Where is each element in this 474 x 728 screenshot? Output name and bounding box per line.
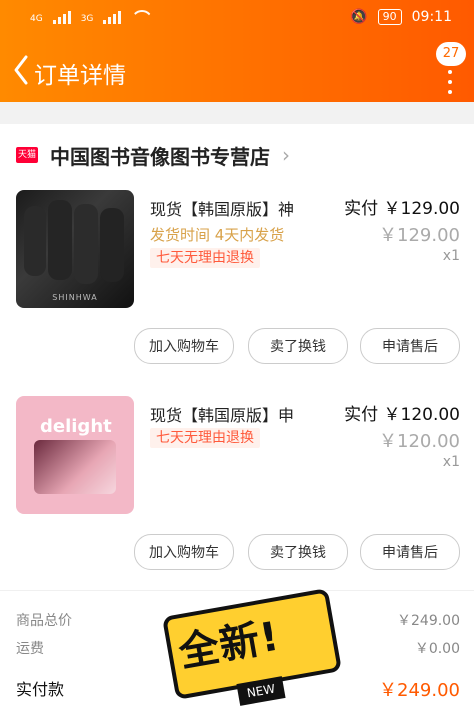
product-thumbnail-2[interactable]: delight [16,396,134,514]
paid-total-value: ￥249.00 [379,680,460,701]
cover-portrait [34,440,116,494]
order-item-1: SHINHWA 现货【韩国原版】神 发货时间 4天内发货 七天无理由退换 实付 … [0,190,474,364]
shipping-value: ￥0.00 [414,641,460,657]
order-item-2: delight 现货【韩国原版】申 七天无理由退换 实付 ￥120.00 ￥12… [0,396,474,570]
more-icon[interactable] [446,68,454,96]
shop-name: 中国图书音像图书专营店 [50,144,270,169]
status-time: 09:11 [411,9,452,25]
product-thumbnail-1[interactable]: SHINHWA [16,190,134,308]
paid-total-label: 实付款 [16,680,65,699]
return-tag: 七天无理由退换 [150,428,260,448]
goods-total-value: ￥249.00 [397,613,460,629]
cover-label: SHINHWA [52,293,98,302]
wifi-icon [131,10,149,24]
item-quantity: x1 [442,248,460,264]
goods-total-label: 商品总价 [16,613,72,629]
signal-icon [52,11,71,24]
paid-label: 实付 [344,199,379,219]
original-price: ￥120.00 [379,431,460,452]
signal-icon-2 [103,11,122,24]
status-right: 🔕 90 09:11 [350,9,452,25]
shop-header[interactable]: 天猫 中国图书音像图书专营店 › [16,140,290,170]
paid-value: ￥120.00 [383,405,460,425]
status-left: 4G 3G [30,10,149,24]
sim2-label: 3G [80,14,94,24]
return-tag: 七天无理由退换 [150,248,260,268]
nav-bar: 订单详情 [0,46,474,94]
bell-off-icon: 🔕 [350,9,368,25]
item-title[interactable]: 现货【韩国原版】神 [150,196,310,220]
cover-figures [16,190,134,308]
shipping-label: 运费 [16,641,44,657]
battery-icon: 90 [377,9,402,25]
sell-button[interactable]: 卖了换钱 [248,534,348,570]
chevron-right-icon: › [282,143,290,167]
paid-price: 实付 ￥129.00 [344,194,460,219]
new-sticker: 全新! NEW [158,582,343,728]
status-bar: 4G 3G 🔕 90 09:11 [0,0,474,36]
shipping-time: 发货时间 4天内发货 [150,226,285,244]
page-title: 订单详情 [34,63,126,89]
paid-price: 实付 ￥120.00 [344,400,460,425]
after-sales-button[interactable]: 申请售后 [360,328,460,364]
paid-label: 实付 [344,405,379,425]
original-price: ￥129.00 [379,225,460,246]
cover-title: delight [40,416,112,437]
add-to-cart-button[interactable]: 加入购物车 [134,534,234,570]
sell-button[interactable]: 卖了换钱 [248,328,348,364]
message-badge[interactable]: 27 [436,42,466,66]
paid-value: ￥129.00 [383,199,460,219]
top-header: 4G 3G 🔕 90 09:11 订单详情 27 [0,0,474,102]
tmall-icon: 天猫 [16,147,38,163]
back-icon[interactable] [10,54,32,86]
item-title[interactable]: 现货【韩国原版】申 [150,402,310,426]
after-sales-button[interactable]: 申请售后 [360,534,460,570]
sim1-label: 4G [30,14,43,24]
add-to-cart-button[interactable]: 加入购物车 [134,328,234,364]
item-quantity: x1 [442,454,460,470]
